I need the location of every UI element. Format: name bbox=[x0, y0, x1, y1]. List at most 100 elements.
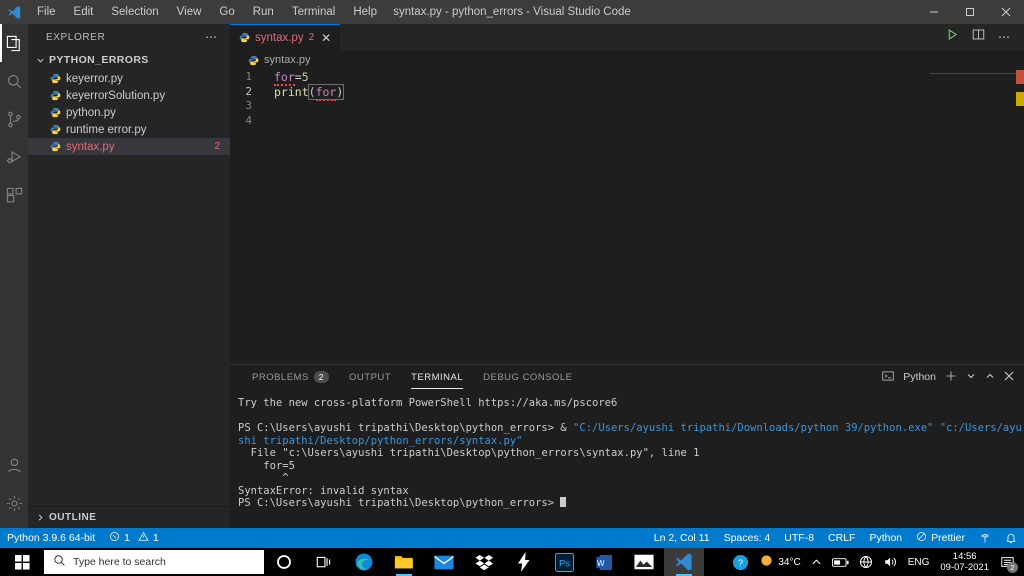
chevron-up-icon[interactable] bbox=[806, 548, 827, 576]
activitybar-item-run-debug[interactable] bbox=[0, 138, 28, 176]
svg-text:Ps: Ps bbox=[558, 558, 569, 569]
menu-bar[interactable]: File Edit Selection View Go Run Terminal… bbox=[28, 0, 386, 24]
activitybar-item-extensions[interactable] bbox=[0, 176, 28, 214]
activitybar-item-source-control[interactable] bbox=[0, 100, 28, 138]
status-python-interpreter[interactable]: Python 3.9.6 64-bit bbox=[0, 528, 102, 548]
line-number: 3 bbox=[245, 99, 252, 112]
status-indentation[interactable]: Spaces: 4 bbox=[717, 528, 778, 548]
status-encoding[interactable]: UTF-8 bbox=[777, 528, 821, 548]
status-error-count: 1 bbox=[124, 532, 130, 544]
explorer-file-python[interactable]: python.py bbox=[28, 104, 230, 121]
status-eol[interactable]: CRLF bbox=[821, 528, 862, 548]
status-prettier[interactable]: Prettier bbox=[909, 528, 972, 548]
menu-edit[interactable]: Edit bbox=[65, 0, 103, 24]
activitybar-bottom bbox=[0, 446, 28, 528]
python-file-icon bbox=[50, 73, 61, 84]
dropbox-icon[interactable] bbox=[464, 548, 504, 576]
clock[interactable]: 14:56 09-07-2021 bbox=[934, 551, 995, 573]
plus-icon[interactable] bbox=[945, 370, 957, 385]
close-icon[interactable] bbox=[988, 0, 1024, 24]
lightning-icon[interactable] bbox=[504, 548, 544, 576]
activitybar-item-search[interactable] bbox=[0, 62, 28, 100]
status-editor-position[interactable]: Ln 2, Col 11 bbox=[647, 528, 717, 548]
window-controls bbox=[916, 0, 1024, 24]
breadcrumb[interactable]: syntax.py bbox=[230, 50, 1024, 70]
clock-date: 09-07-2021 bbox=[940, 562, 989, 573]
terminal-line: for=5 bbox=[238, 459, 295, 472]
split-editor-icon[interactable] bbox=[972, 28, 985, 46]
vscode-icon[interactable] bbox=[664, 548, 704, 576]
editor-actions: ⋯ bbox=[946, 24, 1024, 50]
outline-label: OUTLINE bbox=[49, 512, 97, 523]
menu-help[interactable]: Help bbox=[344, 0, 386, 24]
explorer-file-keyerrorsolution[interactable]: keyerrorSolution.py bbox=[28, 87, 230, 104]
tab-terminal[interactable]: TERMINAL bbox=[401, 365, 473, 389]
code-line-content bbox=[266, 99, 274, 114]
terminal-line-prompt: PS C:\Users\ayushi tripathi\Desktop\pyth… bbox=[238, 497, 1024, 510]
help-icon[interactable]: ? bbox=[727, 548, 754, 576]
photoshop-icon[interactable]: Ps bbox=[544, 548, 584, 576]
tab-output[interactable]: OUTPUT bbox=[339, 365, 401, 389]
status-notifications[interactable] bbox=[998, 528, 1024, 548]
terminal-prompt: PS C:\Users\ayushi tripathi\Desktop\pyth… bbox=[238, 422, 574, 434]
task-view-icon[interactable] bbox=[304, 548, 344, 576]
play-icon[interactable] bbox=[946, 28, 959, 46]
photos-icon[interactable] bbox=[624, 548, 664, 576]
chevron-up-icon[interactable] bbox=[985, 371, 995, 384]
weather-widget[interactable]: 34°C bbox=[754, 548, 805, 576]
activitybar-item-explorer[interactable] bbox=[0, 24, 28, 62]
chevron-down-icon bbox=[34, 56, 46, 65]
activitybar-item-accounts[interactable] bbox=[0, 446, 28, 484]
windows-start-icon[interactable] bbox=[0, 548, 44, 576]
maximize-icon[interactable] bbox=[952, 0, 988, 24]
python-file-icon bbox=[239, 32, 250, 43]
cortana-icon[interactable] bbox=[264, 548, 304, 576]
tab-problems[interactable]: PROBLEMS 2 bbox=[242, 365, 339, 389]
explorer-folder-row[interactable]: PYTHON_ERRORS bbox=[28, 50, 230, 70]
status-problems[interactable]: 1 1 bbox=[102, 528, 166, 548]
menu-selection[interactable]: Selection bbox=[102, 0, 167, 24]
windows-taskbar: Type here to search Ps W ? 34°C ENG 14:5… bbox=[0, 548, 1024, 576]
menu-file[interactable]: File bbox=[28, 0, 65, 24]
outline-section[interactable]: OUTLINE bbox=[28, 506, 230, 528]
status-language-mode[interactable]: Python bbox=[862, 528, 909, 548]
menu-go[interactable]: Go bbox=[210, 0, 243, 24]
status-bar-right: Ln 2, Col 11 Spaces: 4 UTF-8 CRLF Python… bbox=[647, 528, 1024, 548]
word-icon[interactable]: W bbox=[584, 548, 624, 576]
editor-tab-syntax-py[interactable]: syntax.py 2 ✕ bbox=[230, 24, 341, 50]
code-line-content bbox=[266, 114, 274, 129]
terminal-output[interactable]: Try the new cross-platform PowerShell ht… bbox=[230, 389, 1024, 510]
breadcrumb-label: syntax.py bbox=[264, 54, 311, 66]
folder-icon[interactable] bbox=[384, 548, 424, 576]
menu-terminal[interactable]: Terminal bbox=[283, 0, 344, 24]
close-icon[interactable]: ✕ bbox=[321, 31, 331, 45]
explorer-file-keyerror[interactable]: keyerror.py bbox=[28, 70, 230, 87]
battery-icon[interactable] bbox=[827, 548, 854, 576]
menu-run[interactable]: Run bbox=[244, 0, 283, 24]
close-icon[interactable] bbox=[1004, 371, 1014, 384]
code-line-4: 4 bbox=[230, 114, 1024, 129]
code-editor[interactable]: 1 for=5 2 print(for) 3 4 bbox=[230, 70, 1024, 364]
edge-icon[interactable] bbox=[344, 548, 384, 576]
explorer-file-syntax[interactable]: syntax.py 2 bbox=[28, 138, 230, 155]
notification-icon[interactable]: 2 bbox=[995, 548, 1020, 576]
volume-icon[interactable] bbox=[878, 548, 903, 576]
python-file-icon bbox=[50, 141, 61, 152]
network-icon[interactable] bbox=[854, 548, 878, 576]
terminal-shell-name[interactable]: Python bbox=[903, 371, 936, 383]
chevron-down-icon[interactable] bbox=[966, 371, 976, 384]
activitybar-item-settings[interactable] bbox=[0, 484, 28, 522]
error-bracket-group: (for) bbox=[307, 83, 345, 101]
language-indicator[interactable]: ENG bbox=[903, 548, 935, 576]
problems-badge: 2 bbox=[313, 370, 330, 384]
status-remote-indicator[interactable] bbox=[972, 528, 998, 548]
minimize-icon[interactable] bbox=[916, 0, 952, 24]
bottom-panel: PROBLEMS 2 OUTPUT TERMINAL DEBUG CONSOLE… bbox=[230, 364, 1024, 528]
search-input[interactable]: Type here to search bbox=[44, 550, 264, 574]
explorer-file-runtime-error[interactable]: runtime error.py bbox=[28, 121, 230, 138]
ellipsis-icon[interactable]: ⋯ bbox=[998, 30, 1011, 44]
menu-view[interactable]: View bbox=[168, 0, 211, 24]
mail-icon[interactable] bbox=[424, 548, 464, 576]
ellipsis-icon[interactable]: ⋯ bbox=[205, 30, 218, 44]
tab-debug-console[interactable]: DEBUG CONSOLE bbox=[473, 365, 582, 389]
